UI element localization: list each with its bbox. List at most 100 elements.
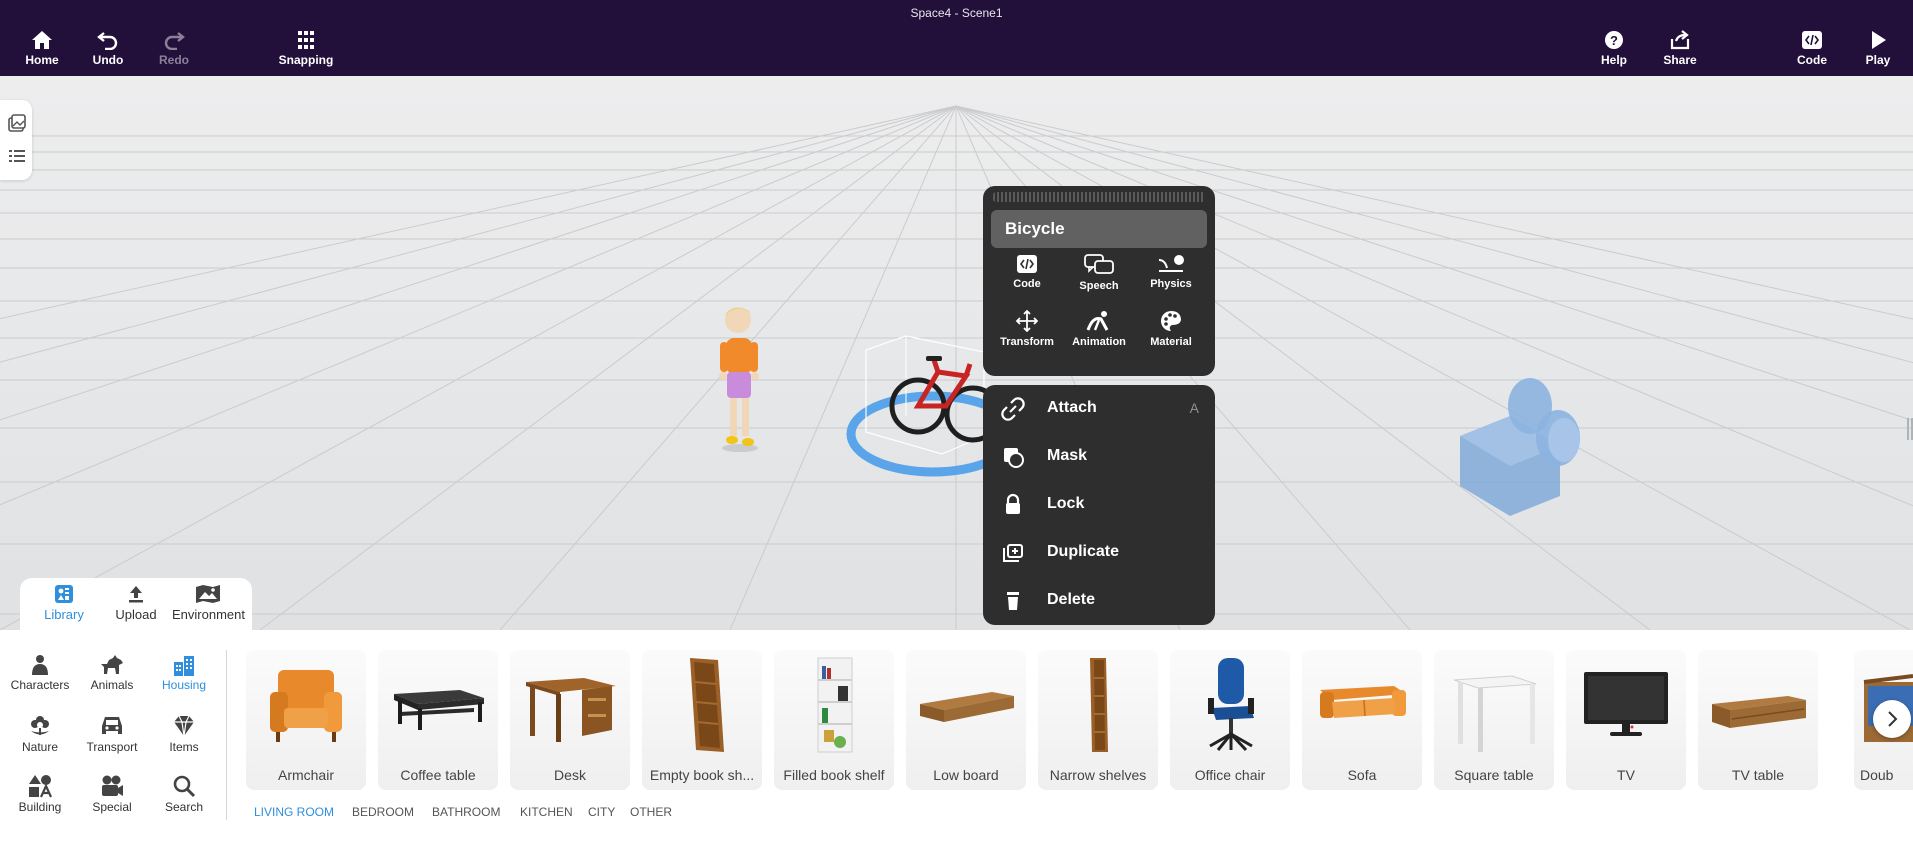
category-nature[interactable]: Nature [4,714,76,754]
environment-tab-label: Environment [172,607,245,622]
category-label: Nature [21,740,59,754]
category-transport[interactable]: Transport [76,714,148,754]
category-label: Building [18,800,62,814]
speech-label: Speech [1079,280,1119,292]
item-card-tv-table[interactable]: TV table [1698,650,1818,790]
subcategory-kitchen[interactable]: KITCHEN [520,805,573,819]
item-card-narrow-shelves[interactable]: Narrow shelves [1038,650,1158,790]
list-icon[interactable] [7,146,27,166]
undo-label: Undo [92,53,124,67]
material-label: Material [1150,336,1192,348]
subcategory-living-room[interactable]: LIVING ROOM [254,805,334,819]
tab-environment[interactable]: Environment [172,584,245,622]
object-code-button[interactable]: Code [991,252,1063,306]
item-label: Armchair [277,767,334,783]
snapping-button[interactable]: Snapping [276,30,336,67]
home-label: Home [25,53,59,67]
category-label: Housing [161,678,207,692]
category-animals[interactable]: Animals [76,654,148,692]
gallery-icon[interactable] [7,114,27,134]
item-card-sofa[interactable]: Sofa [1302,650,1422,790]
chevron-right-icon [1888,711,1898,727]
character-model[interactable] [712,302,772,454]
subcategory-other[interactable]: OTHER [630,805,672,819]
diamond-icon [174,715,194,737]
person-icon [32,655,48,675]
code-icon [1017,255,1037,273]
share-label: Share [1663,53,1697,67]
category-label: Transport [86,740,138,754]
duplicate-menu-item[interactable]: Duplicate [983,529,1215,577]
animation-button[interactable]: Animation [1063,308,1135,362]
transform-button[interactable]: Transform [991,308,1063,362]
filled-shelf-thumbnail [817,657,853,753]
drag-handle[interactable] [993,192,1205,202]
item-card-office-chair[interactable]: Office chair [1170,650,1290,790]
item-card-empty-book-shelf[interactable]: Empty book sh... [642,650,762,790]
category-search[interactable]: Search [148,774,220,814]
undo-button[interactable]: Undo [78,30,138,67]
item-label: Square table [1454,767,1534,783]
item-card-square-table[interactable]: Square table [1434,650,1554,790]
help-button[interactable]: ? Help [1584,30,1644,67]
item-card-tv[interactable]: TV [1566,650,1686,790]
top-toolbar: Space4 - Scene1 Home Undo Redo Snapping … [0,0,1913,76]
lock-label: Lock [1047,495,1085,512]
selected-bicycle-model[interactable] [838,306,988,486]
item-label: Low board [933,767,999,783]
environment-icon [196,585,220,603]
item-card-low-board[interactable]: Low board [906,650,1026,790]
subcategory-bedroom[interactable]: BEDROOM [352,805,414,819]
move-icon [1015,310,1039,332]
category-items[interactable]: Items [148,714,220,754]
shapes-icon [29,775,53,798]
item-card-coffee-table[interactable]: Coffee table [378,650,498,790]
home-button[interactable]: Home [12,30,72,67]
tab-library[interactable]: Library [28,584,100,632]
speech-button[interactable]: Speech [1063,252,1135,306]
material-button[interactable]: Material [1135,308,1207,362]
sofa-thumbnail [1320,686,1406,718]
subcategory-bathroom[interactable]: BATHROOM [432,805,500,819]
library-icon [55,585,73,603]
snapping-label: Snapping [278,53,334,67]
delete-menu-item[interactable]: Delete [983,577,1215,625]
empty-shelf-thumbnail [690,658,724,752]
scene-viewport[interactable] [0,76,1913,630]
physics-icon [1158,255,1184,272]
item-card-filled-book-shelf[interactable]: Filled book shelf [774,650,894,790]
code-button[interactable]: Code [1782,30,1842,67]
svg-text:?: ? [1610,33,1618,48]
item-card-desk[interactable]: Desk [510,650,630,790]
library-panel: Characters Animals Housing Nature Transp… [0,630,1913,842]
right-panel-handle[interactable] [1907,418,1913,440]
subcategory-city[interactable]: CITY [588,805,615,819]
share-icon [1670,30,1690,50]
upload-icon [129,586,143,603]
armchair-thumbnail [270,670,342,742]
item-card-armchair[interactable]: Armchair [246,650,366,790]
object-actions-menu: Attach A Mask Lock Duplicate Delete [983,385,1215,625]
narrow-shelves-thumbnail [1090,658,1108,752]
square-table-thumbnail [1453,675,1537,752]
duplicate-icon [1003,544,1023,562]
lock-menu-item[interactable]: Lock [983,481,1215,529]
translucent-objects[interactable] [1440,376,1620,536]
category-housing[interactable]: Housing [148,654,220,692]
physics-button[interactable]: Physics [1135,252,1207,306]
tab-upload[interactable]: Upload [100,584,172,622]
item-label: Desk [554,767,586,783]
mask-menu-item[interactable]: Mask [983,433,1215,481]
attach-menu-item[interactable]: Attach A [983,385,1215,433]
category-characters[interactable]: Characters [4,654,76,692]
code-icon [1802,31,1822,49]
redo-button[interactable]: Redo [144,30,204,67]
help-label: Help [1600,53,1627,67]
share-button[interactable]: Share [1650,30,1710,67]
duplicate-label: Duplicate [1047,543,1120,560]
category-building[interactable]: Building [4,774,76,814]
play-button[interactable]: Play [1848,30,1908,67]
category-special[interactable]: Special [76,774,148,814]
item-label: Filled book shelf [783,767,885,783]
scroll-next-button[interactable] [1873,700,1911,738]
